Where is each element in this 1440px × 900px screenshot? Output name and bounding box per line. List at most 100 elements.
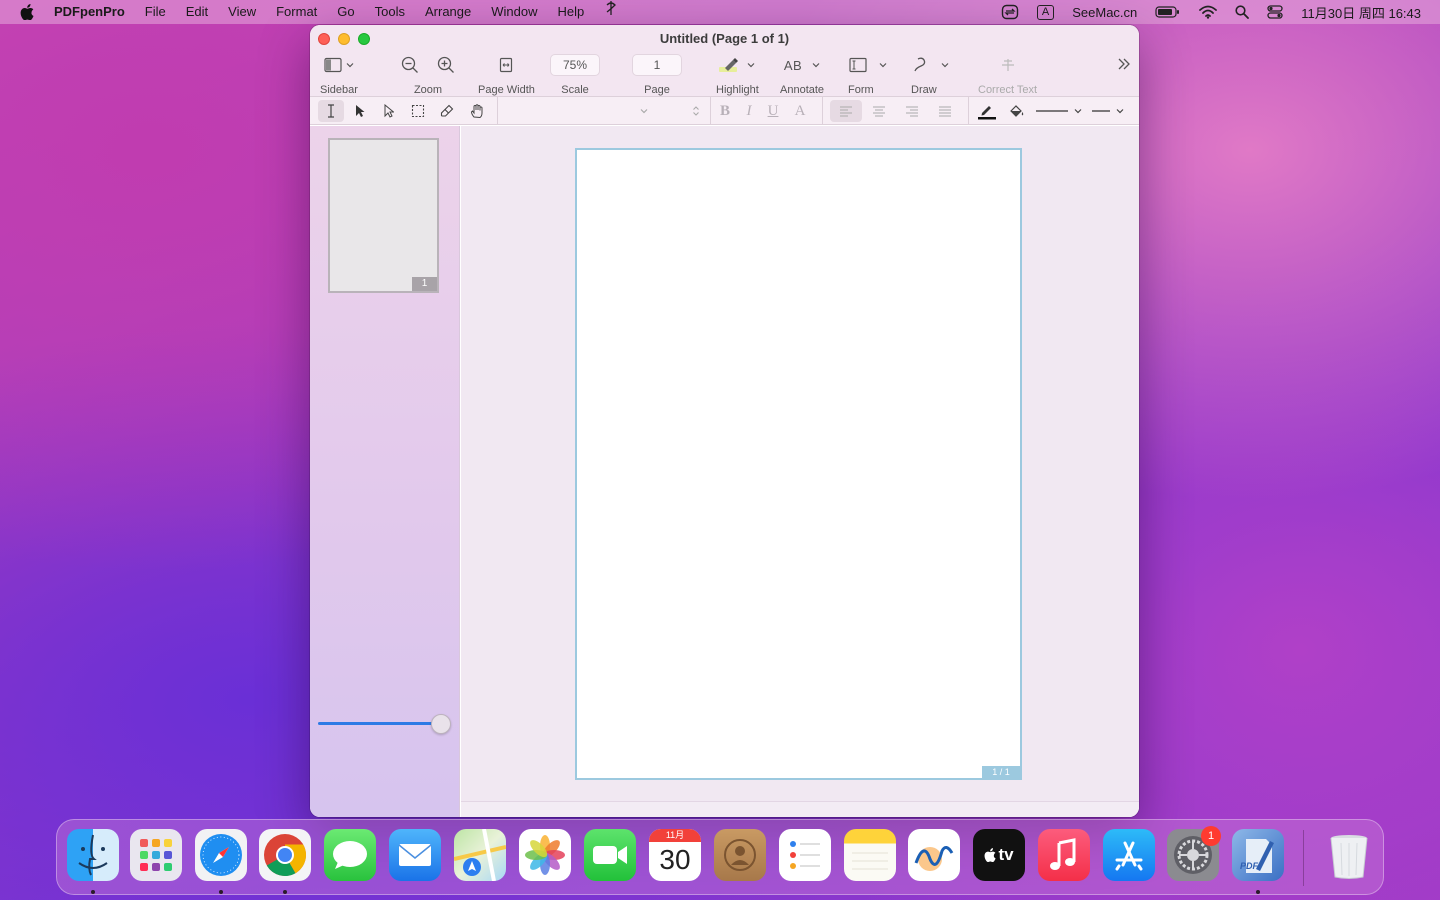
font-family-dropdown[interactable] — [500, 97, 708, 125]
pencil-stroke-icon — [978, 106, 996, 120]
maps-icon[interactable] — [454, 829, 506, 881]
menubar-clock[interactable]: 11月30日 周四 16:43 — [1292, 0, 1430, 24]
marquee-select-tool[interactable] — [406, 97, 430, 125]
line-style-dropdown[interactable] — [1034, 97, 1084, 125]
seemac-label[interactable]: SeeMac.cn — [1063, 0, 1146, 24]
hand-tool[interactable] — [464, 97, 490, 125]
contacts-icon[interactable] — [714, 829, 766, 881]
italic-button[interactable]: I — [738, 97, 760, 125]
zoom-toolbar-group: Zoom — [401, 53, 455, 96]
page-thumbnail[interactable]: 1 — [328, 138, 439, 293]
font-color-button[interactable]: A — [789, 97, 811, 125]
horizontal-scrollbar[interactable] — [461, 801, 1139, 817]
notes-icon[interactable] — [844, 829, 896, 881]
app-menu[interactable]: PDFpenPro — [54, 0, 135, 24]
menu-help[interactable]: Help — [547, 0, 594, 24]
page-number-field[interactable]: 1 — [632, 54, 682, 76]
thumbnail-size-slider-knob[interactable] — [431, 714, 451, 734]
draw-tool[interactable]: Draw — [911, 53, 951, 96]
trash-icon[interactable] — [1323, 829, 1375, 881]
align-left-button[interactable] — [830, 100, 862, 122]
line-style-icon — [1036, 110, 1068, 112]
thumbnail-size-slider[interactable] — [318, 722, 443, 725]
menu-arrange[interactable]: Arrange — [415, 0, 481, 24]
menu-go[interactable]: Go — [327, 0, 364, 24]
facetime-icon[interactable] — [584, 829, 636, 881]
app-store-icon[interactable] — [1103, 829, 1155, 881]
text-select-tool[interactable] — [318, 100, 344, 122]
reminders-icon[interactable] — [779, 829, 831, 881]
control-center-icon[interactable] — [1258, 0, 1292, 24]
fill-color-button[interactable] — [1004, 97, 1030, 125]
eraser-tool[interactable] — [435, 97, 459, 125]
photos-icon[interactable] — [519, 829, 571, 881]
notification-badge: 1 — [1201, 826, 1221, 846]
scale-control: 75% Scale — [550, 53, 600, 96]
form-tool[interactable]: Form — [848, 53, 888, 96]
scale-field[interactable]: 75% — [550, 54, 600, 76]
pdf-label: PDF — [1240, 861, 1258, 871]
music-icon[interactable] — [1038, 829, 1090, 881]
zoom-in-icon[interactable] — [437, 56, 455, 74]
chevron-down-icon — [941, 63, 949, 68]
menu-edit[interactable]: Edit — [176, 0, 218, 24]
paint-bucket-icon — [1010, 105, 1024, 117]
menu-window[interactable]: Window — [481, 0, 547, 24]
scale-label: Scale — [561, 84, 589, 96]
messages-icon[interactable] — [324, 829, 376, 881]
sync-status-icon[interactable] — [992, 0, 1028, 24]
finder-icon[interactable] — [67, 829, 119, 881]
select-object-tool[interactable] — [377, 97, 401, 125]
toolbar-separator — [822, 97, 823, 125]
chrome-icon[interactable] — [259, 829, 311, 881]
freeform-icon[interactable] — [908, 829, 960, 881]
toolbar-overflow-icon[interactable] — [1117, 57, 1131, 71]
align-center-button[interactable] — [866, 97, 892, 125]
mail-icon[interactable] — [389, 829, 441, 881]
menu-tools[interactable]: Tools — [365, 0, 415, 24]
menu-bar: PDFpenPro File Edit View Format Go Tools… — [0, 0, 1440, 24]
script-menu-icon[interactable] — [594, 0, 628, 24]
calendar-month: 11月 — [649, 829, 701, 842]
correct-text-tool[interactable]: Correct Text — [978, 53, 1037, 96]
stroke-color-button[interactable] — [974, 97, 1000, 125]
menu-file[interactable]: File — [135, 0, 176, 24]
menu-view[interactable]: View — [218, 0, 266, 24]
menu-format[interactable]: Format — [266, 0, 327, 24]
select-arrow-tool[interactable] — [348, 97, 372, 125]
line-end-icon — [1092, 110, 1110, 112]
chevron-down-icon — [747, 63, 755, 68]
page-width-label: Page Width — [478, 84, 535, 96]
wifi-icon[interactable] — [1190, 0, 1226, 24]
align-right-button[interactable] — [899, 97, 925, 125]
page-indicator: 1 / 1 — [982, 766, 1020, 778]
apple-menu-icon[interactable] — [0, 4, 54, 20]
underline-button[interactable]: U — [762, 97, 784, 125]
pdfpenpro-icon[interactable]: PDF — [1232, 829, 1284, 881]
safari-icon[interactable] — [195, 829, 247, 881]
input-source-icon[interactable]: A — [1028, 0, 1063, 24]
apple-tv-icon[interactable]: tv — [973, 829, 1025, 881]
apple-tv-logo: tv — [973, 829, 1025, 881]
marquee-icon — [411, 104, 425, 118]
annotate-tool[interactable]: AB Annotate — [780, 53, 824, 97]
running-indicator — [91, 890, 95, 894]
sidebar-toolbar-button[interactable]: Sidebar — [320, 53, 358, 96]
launchpad-icon[interactable] — [130, 829, 182, 881]
running-indicator — [219, 890, 223, 894]
zoom-out-icon[interactable] — [401, 56, 419, 74]
battery-icon[interactable] — [1146, 0, 1190, 24]
align-center-icon — [873, 106, 885, 117]
highlight-tool[interactable]: Highlight — [716, 53, 759, 96]
page-width-icon — [500, 57, 513, 73]
highlighter-icon — [719, 58, 739, 72]
justify-button[interactable] — [932, 97, 958, 125]
spotlight-search-icon[interactable] — [1226, 0, 1258, 24]
page-width-button[interactable]: Page Width — [478, 53, 535, 96]
line-ending-dropdown[interactable] — [1090, 97, 1126, 125]
chevron-down-icon — [812, 63, 820, 68]
pdf-page[interactable]: 1 / 1 — [575, 148, 1022, 780]
document-canvas[interactable]: 1 / 1 — [461, 126, 1139, 817]
calendar-icon[interactable]: 11月 30 — [649, 829, 701, 881]
bold-button[interactable]: B — [714, 97, 736, 125]
